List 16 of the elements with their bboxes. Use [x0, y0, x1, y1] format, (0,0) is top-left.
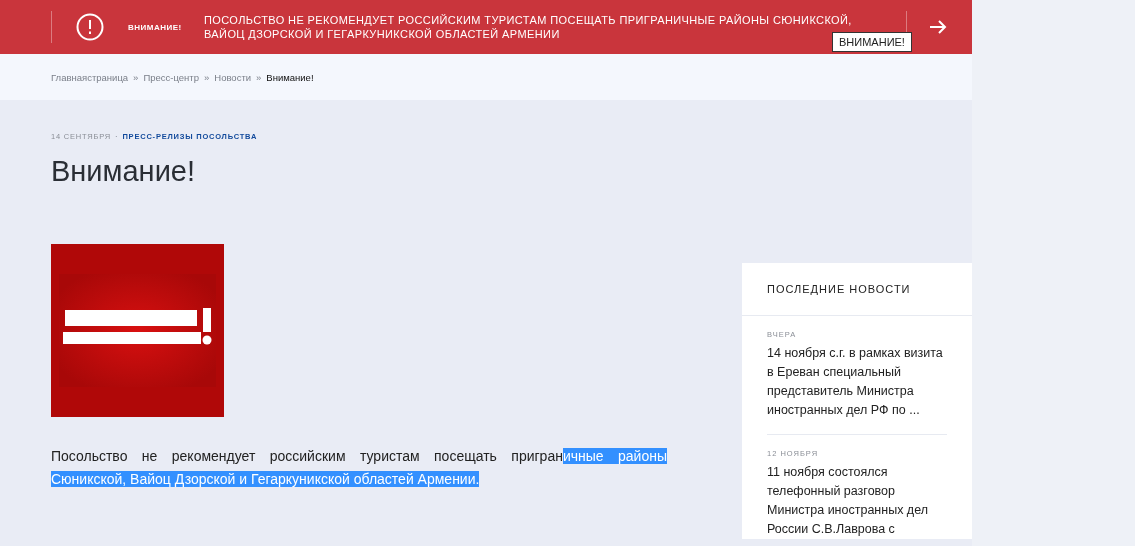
- card-title: ПОСЛЕДНИЕ НОВОСТИ: [742, 263, 972, 316]
- breadcrumb-separator: »: [203, 71, 210, 83]
- breadcrumb-link[interactable]: Пресс-центр: [143, 71, 199, 83]
- arrow-right-icon[interactable]: [929, 20, 947, 34]
- breadcrumb-separator: »: [256, 71, 262, 83]
- breadcrumb-link[interactable]: Внимание!: [266, 71, 314, 83]
- article-title: Внимание!: [51, 155, 197, 188]
- breadcrumb-link[interactable]: Главнаястраница: [51, 71, 129, 83]
- alert-label: ВНИМАНИЕ!: [128, 22, 183, 32]
- breadcrumb-separator: »: [133, 71, 139, 83]
- exclamation-icon: [76, 13, 104, 41]
- article-paragraph: Посольство не рекомендует российским туристам посещать приграничные районы Сюникской, Вайоц Дзорской и Гегаркуникской областей Армении.: [51, 447, 667, 489]
- tooltip: ВНИМАНИЕ!: [832, 32, 912, 52]
- news-link[interactable]: 11 ноября состоялся телефонный разговор Министра иностранных дел России С.В.Лаврова с: [767, 463, 947, 539]
- news-link[interactable]: 14 ноября с.г. в рамках визита в Ереван специальный представитель Министра иностранных дел РФ по ...: [767, 344, 947, 420]
- breadcrumb-link[interactable]: Новости: [214, 71, 252, 83]
